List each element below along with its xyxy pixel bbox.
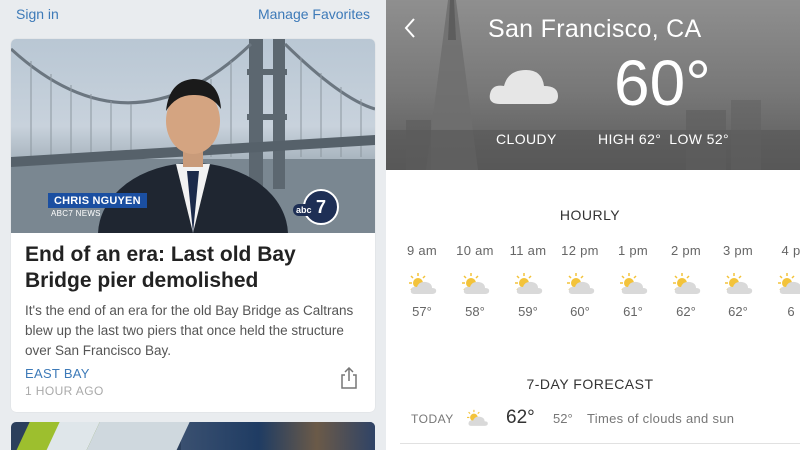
weather-pane: San Francisco, CA 60° CLOUDY HIGH 62° LOW… [386, 0, 800, 450]
news-topbar: Sign in Manage Favorites [0, 0, 386, 30]
hourly-forecast-strip[interactable]: 9 am 57° 10 am 58° 11 am 59° 12 pm 60° 1 pm 61° 2 … [386, 243, 800, 333]
reporter-station-label: ABC7 NEWS [51, 209, 101, 218]
sign-in-link[interactable]: Sign in [16, 6, 59, 22]
hourly-item: 2 pm 62° [660, 243, 712, 319]
partly-sunny-icon [462, 273, 490, 294]
hourly-temp: 62° [728, 304, 748, 319]
hourly-item: 10 am 58° [449, 243, 501, 319]
city-name: San Francisco, CA [488, 15, 702, 43]
partly-sunny-icon [725, 273, 753, 294]
high-low-temps: HIGH 62° LOW 52° [598, 131, 737, 147]
abc7-logo: abc 7 [293, 189, 339, 225]
current-temperature: 60° [614, 47, 711, 119]
abc7-logo-number: 7 [315, 197, 326, 217]
daily-day: TODAY [411, 412, 454, 426]
reporter-name-badge: CHRIS NGUYEN [48, 193, 147, 208]
partly-sunny-icon [620, 273, 648, 294]
back-chevron-icon[interactable] [402, 16, 418, 40]
daily-low: 52° [553, 411, 573, 426]
hourly-temp: 59° [518, 304, 538, 319]
high-temp: HIGH 62° [598, 131, 662, 147]
weather-header: San Francisco, CA 60° CLOUDY HIGH 62° LOW… [386, 0, 800, 170]
next-story-image [181, 422, 375, 450]
hourly-time: 9 am [406, 243, 438, 258]
hourly-time: 10 am [456, 243, 494, 258]
hourly-time: 1 pm [617, 243, 649, 258]
hourly-time: 3 pm [722, 243, 754, 258]
partly-sunny-icon [778, 273, 800, 294]
hourly-time: 4 p [781, 243, 800, 258]
low-temp: LOW 52° [669, 131, 730, 147]
hourly-time: 12 pm [561, 243, 599, 258]
partly-sunny-icon [467, 409, 488, 426]
story-timestamp: 1 HOUR AGO [25, 384, 104, 398]
hourly-section-title: HOURLY [559, 207, 621, 223]
hourly-temp: 57° [412, 304, 432, 319]
hourly-temp: 60° [570, 304, 590, 319]
story-headline[interactable]: End of an era: Last old Bay Bridge pier … [25, 242, 365, 294]
abc-logo-text: abc [293, 204, 315, 216]
news-pane: Sign in Manage Favorites CHRIS NGUYEN AB… [0, 0, 386, 450]
daily-section-title: 7-DAY FORECAST [526, 376, 654, 392]
hourly-temp: 6 [787, 304, 795, 319]
hourly-item: 12 pm 60° [554, 243, 606, 319]
partly-sunny-icon [515, 273, 543, 294]
hourly-temp: 61° [623, 304, 643, 319]
hourly-item: 11 am 59° [502, 243, 554, 319]
hourly-item: 4 p 6 [765, 243, 800, 319]
story-image[interactable]: CHRIS NGUYEN ABC7 NEWS abc 7 [11, 39, 375, 233]
divider [400, 443, 800, 444]
manage-favorites-link[interactable]: Manage Favorites [258, 6, 370, 22]
cloud-icon [489, 70, 558, 104]
story-card[interactable]: CHRIS NGUYEN ABC7 NEWS abc 7 End of an er… [11, 39, 375, 412]
story-category-link[interactable]: EAST BAY [25, 366, 90, 381]
partly-sunny-icon [673, 273, 701, 294]
partly-sunny-icon [409, 273, 437, 294]
hourly-item: 9 am 57° [396, 243, 448, 319]
partly-sunny-icon [567, 273, 595, 294]
hourly-item: 3 pm 62° [712, 243, 764, 319]
story-summary: It's the end of an era for the old Bay B… [25, 303, 354, 358]
hourly-temp: 58° [465, 304, 485, 319]
hourly-time: 2 pm [670, 243, 702, 258]
hourly-item: 1 pm 61° [607, 243, 659, 319]
daily-forecast-row-today[interactable]: TODAY 62° 52° Times of clouds and sun [386, 405, 800, 435]
current-condition: CLOUDY [496, 131, 557, 147]
hourly-time: 11 am [509, 243, 547, 258]
share-icon[interactable] [340, 367, 358, 389]
hourly-temp: 62° [676, 304, 696, 319]
daily-description: Times of clouds and sun [587, 411, 735, 426]
next-story-card[interactable] [11, 422, 375, 450]
daily-high: 62° [506, 407, 535, 428]
